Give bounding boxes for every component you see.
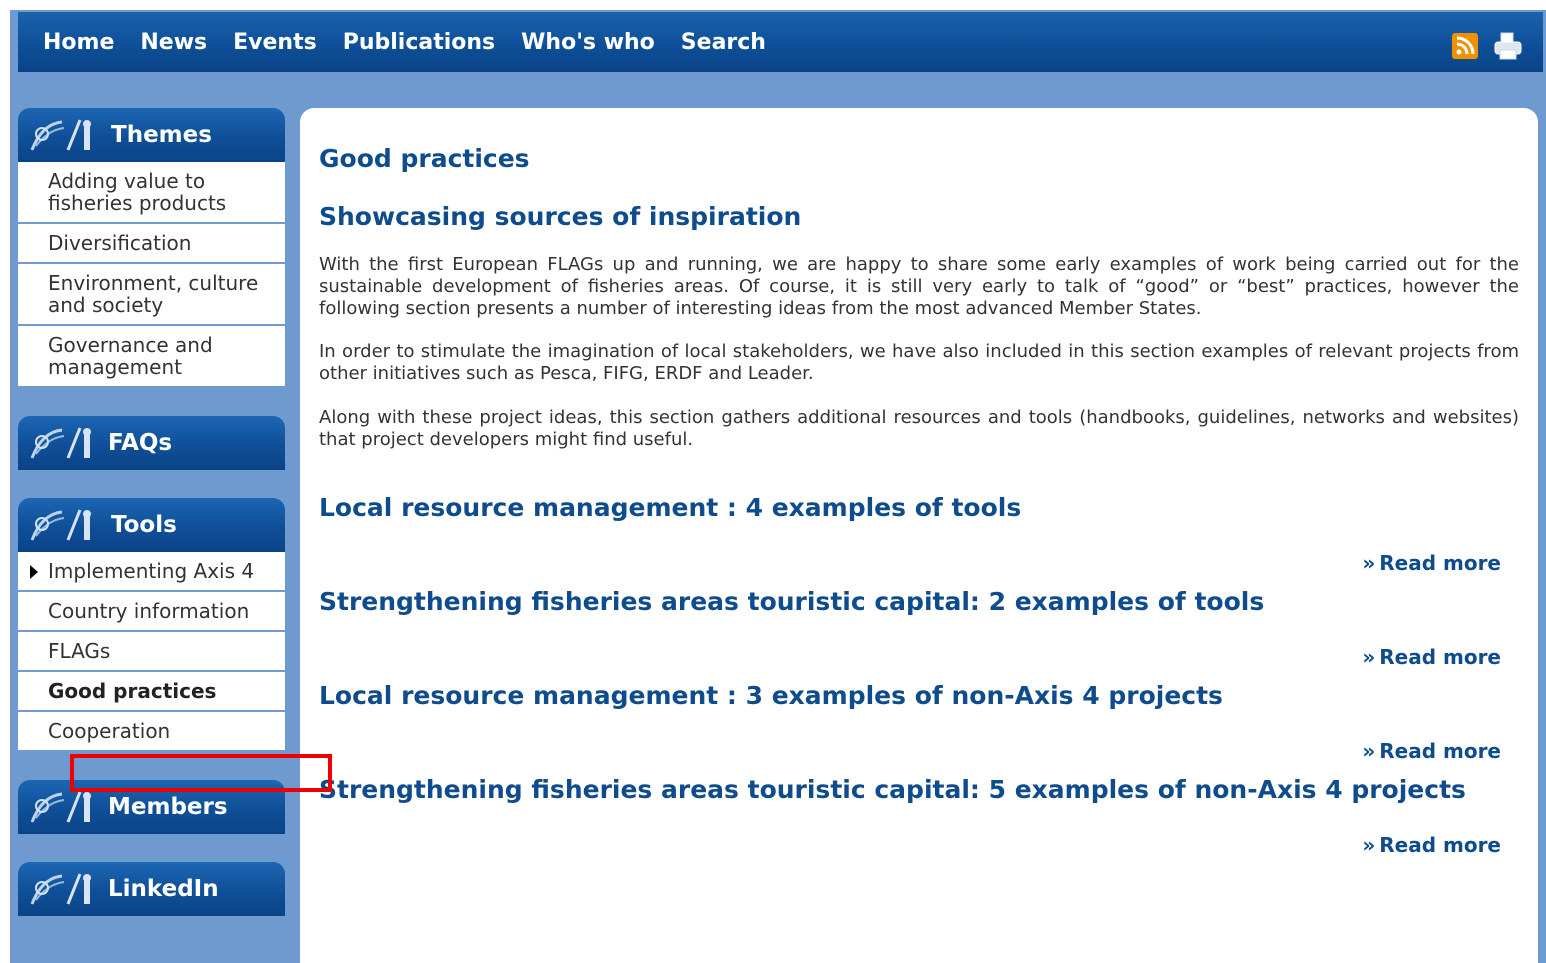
read-more-link[interactable]: » Read more [1362,551,1501,575]
double-chevron-icon: » [1362,739,1376,763]
linkedin-title: LinkedIn [108,876,219,902]
sidebar-item-implementing-axis-4[interactable]: Implementing Axis 4 [18,552,285,592]
sidebar-item-governance[interactable]: Governance and management [18,326,285,388]
themes-title: Themes [111,122,212,148]
sidebar-item-label: Implementing Axis 4 [48,559,255,583]
main-content: Good practices Showcasing sources of ins… [300,108,1538,963]
fisheries-logo-icon [30,873,91,905]
top-navigation: Home News Events Publications Who's who … [18,12,1543,72]
section-title-link[interactable]: Local resource management : 4 examples o… [319,493,1021,522]
intro-paragraph-3: Along with these project ideas, this sec… [319,407,1519,450]
nav-news[interactable]: News [140,30,207,55]
sidebar-item-flags[interactable]: FLAGs [18,632,285,672]
fisheries-logo-icon [30,509,91,541]
section-title-link[interactable]: Strengthening fisheries areas touristic … [319,775,1466,804]
read-more-label: Read more [1379,739,1501,763]
sidebar-item-environment[interactable]: Environment, culture and society [18,264,285,326]
members-title: Members [108,794,228,820]
rss-icon[interactable] [1452,33,1478,59]
themes-header[interactable]: Themes [18,108,285,162]
page-subtitle: Showcasing sources of inspiration [319,202,802,231]
sidebar-item-adding-value[interactable]: Adding value to fisheries products [18,162,285,224]
themes-list: Adding value to fisheries products Diver… [18,162,285,388]
double-chevron-icon: » [1362,645,1376,669]
intro-paragraph-2: In order to stimulate the imagination of… [319,341,1519,384]
caret-right-icon [30,565,38,579]
faqs-title: FAQs [108,430,173,456]
faqs-header[interactable]: FAQs [18,416,285,470]
read-more-label: Read more [1379,551,1501,575]
double-chevron-icon: » [1362,833,1376,857]
sidebar-item-diversification[interactable]: Diversification [18,224,285,264]
sidebar-item-good-practices[interactable]: Good practices [18,672,285,712]
double-chevron-icon: » [1362,551,1376,575]
section-title-link[interactable]: Local resource management : 3 examples o… [319,681,1223,710]
read-more-label: Read more [1379,833,1501,857]
read-more-label: Read more [1379,645,1501,669]
print-icon[interactable] [1492,30,1524,62]
read-more-link[interactable]: » Read more [1362,833,1501,857]
members-header[interactable]: Members [18,780,285,834]
sidebar-item-cooperation[interactable]: Cooperation [18,712,285,752]
section-title-link[interactable]: Strengthening fisheries areas touristic … [319,587,1264,616]
nav-events[interactable]: Events [233,30,317,55]
nav-search[interactable]: Search [681,30,766,55]
fisheries-logo-icon [30,119,91,151]
nav-whos-who[interactable]: Who's who [521,30,655,55]
tools-title: Tools [111,512,177,538]
intro-paragraph-1: With the first European FLAGs up and run… [319,254,1519,319]
page-title: Good practices [319,144,530,173]
nav-publications[interactable]: Publications [343,30,495,55]
tools-list: Implementing Axis 4 Country information … [18,552,285,752]
tools-header[interactable]: Tools [18,498,285,552]
read-more-link[interactable]: » Read more [1362,739,1501,763]
linkedin-header[interactable]: LinkedIn [18,862,285,916]
sidebar-item-country-information[interactable]: Country information [18,592,285,632]
fisheries-logo-icon [30,791,91,823]
read-more-link[interactable]: » Read more [1362,645,1501,669]
fisheries-logo-icon [30,427,91,459]
sidebar: Themes Adding value to fisheries product… [18,108,285,916]
nav-home[interactable]: Home [43,30,114,55]
